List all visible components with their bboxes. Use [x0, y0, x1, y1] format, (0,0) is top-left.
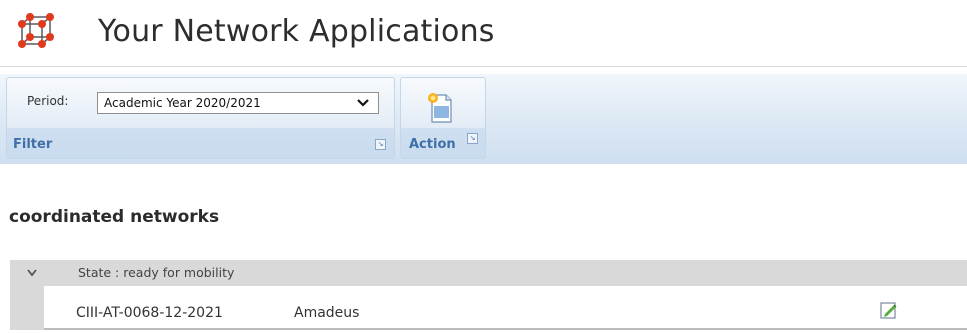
chevron-down-icon[interactable]	[26, 268, 38, 278]
application-name: Amadeus	[294, 305, 360, 321]
dialog-launcher-icon[interactable]: ↘	[375, 139, 386, 150]
table-row[interactable]: CIII-AT-0068-12-2021 Amadeus	[10, 286, 967, 330]
group-header-label: State : ready for mobility	[78, 265, 235, 280]
action-group-label: Action	[409, 137, 456, 152]
row-indent	[10, 286, 44, 330]
row-divider	[44, 328, 967, 330]
period-select[interactable]: Academic Year 2020/2021	[97, 92, 379, 114]
period-select-value: Academic Year 2020/2021	[104, 96, 261, 110]
page-title: Your Network Applications	[98, 14, 495, 49]
filter-group-label: Filter	[13, 137, 53, 152]
filter-group: Period: Academic Year 2020/2021 Filter ↘	[6, 77, 395, 159]
edit-icon[interactable]	[880, 301, 898, 319]
group-header-row[interactable]: State : ready for mobility	[10, 260, 967, 286]
new-document-icon[interactable]	[426, 92, 454, 124]
period-label: Period:	[27, 94, 69, 108]
ribbon-toolbar: Period: Academic Year 2020/2021 Filter ↘…	[0, 74, 967, 164]
network-cube-icon	[18, 13, 54, 48]
dialog-launcher-icon[interactable]: ↘	[467, 133, 478, 144]
chevron-down-icon	[357, 99, 369, 107]
application-code: CIII-AT-0068-12-2021	[76, 305, 223, 321]
page: Your Network Applications Period: Academ…	[0, 0, 967, 333]
action-group: Action ↘	[400, 77, 486, 159]
header: Your Network Applications	[0, 0, 967, 67]
section-title: coordinated networks	[9, 207, 220, 227]
